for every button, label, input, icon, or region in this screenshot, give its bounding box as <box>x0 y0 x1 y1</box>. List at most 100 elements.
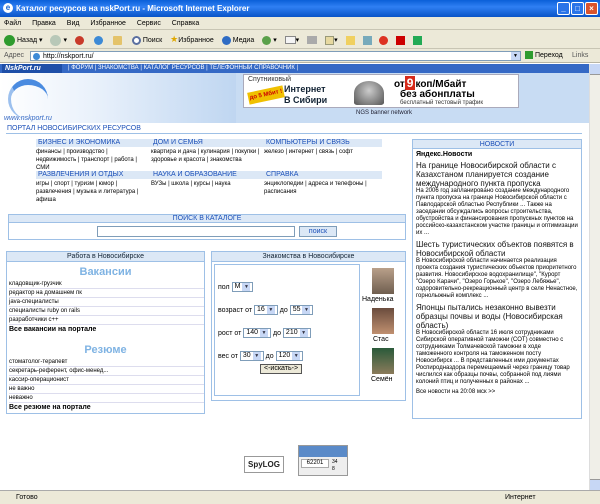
vacancy-item[interactable]: разработчики c++ <box>9 316 204 325</box>
scroll-down-icon[interactable] <box>590 479 600 490</box>
all-news-link[interactable]: Все новости на 20:08 мск >> <box>416 389 578 396</box>
logo-subtitle[interactable]: www.nskport.ru <box>4 115 52 122</box>
all-resumes-link[interactable]: Все резюме на портале <box>9 404 204 412</box>
weight-from-select[interactable]: 30 ▼ <box>239 351 264 361</box>
age-to-select[interactable]: 55 ▼ <box>289 305 314 315</box>
sex-select[interactable]: М ▼ <box>231 282 254 292</box>
all-vacancies-link[interactable]: Все вакансии на портале <box>9 326 204 334</box>
news-headline[interactable]: Японцы пытались незаконно вывезти образц… <box>416 303 578 330</box>
news-source[interactable]: Яндекс.Новости <box>416 151 578 158</box>
catalog-search-input[interactable] <box>97 226 295 237</box>
menu-edit[interactable]: Правка <box>32 20 56 27</box>
profile-name[interactable]: Семён <box>371 376 393 383</box>
category-head-reference[interactable]: СПРАВКА <box>264 171 382 179</box>
banner-caption[interactable]: NGS banner network <box>356 110 412 116</box>
category-links-computers[interactable]: железо | интернет | связь | софт <box>264 148 382 156</box>
favorites-button[interactable]: ★Избранное <box>170 30 214 50</box>
scroll-up-icon[interactable] <box>590 64 600 75</box>
height-from-select[interactable]: 140 ▼ <box>243 328 272 338</box>
history-button[interactable]: ▾ <box>262 31 277 50</box>
resume-item[interactable]: не важно <box>9 385 204 394</box>
search-icon <box>131 35 141 45</box>
catalog-search-button[interactable]: поиск <box>299 226 337 237</box>
vacancy-item[interactable]: редактор на домашнем пк <box>9 289 204 298</box>
menu-help[interactable]: Справка <box>172 20 199 27</box>
vacancy-item[interactable]: кладовщик-грузчик <box>9 280 204 289</box>
profile-photo[interactable] <box>372 348 394 374</box>
address-dropdown-icon[interactable]: ▼ <box>511 52 520 60</box>
internet-banner[interactable]: Спутниковый Интернет В Сибири до 5 Мбит … <box>243 74 519 108</box>
profile-name[interactable]: Стас <box>373 336 389 343</box>
menu-file[interactable]: Файл <box>4 20 21 27</box>
category-head-business[interactable]: БИЗНЕС И ЭКОНОМИКА <box>36 139 151 147</box>
news-panel: НОВОСТИ Яндекс.Новости На границе Новоси… <box>412 139 582 419</box>
dating-search-form: пол М ▼ возраст от 16 ▼ до 55 ▼ рост от 140… <box>214 264 360 396</box>
extra-button-2[interactable] <box>413 31 423 50</box>
profile-name[interactable]: Наденька <box>362 296 394 303</box>
edit-button[interactable]: ▾ <box>325 31 338 50</box>
go-button[interactable]: Переход <box>525 49 563 63</box>
menu-favorites[interactable]: Избранное <box>90 20 125 27</box>
stop-icon <box>74 35 84 45</box>
messenger-button[interactable] <box>362 31 372 50</box>
divider <box>6 133 582 134</box>
search-button[interactable]: Поиск <box>131 31 162 50</box>
site-top-nav[interactable]: | ФОРУМ | ЗНАКОМСТВА | КАТАЛОГ РЕСУРСОВ … <box>68 64 298 73</box>
age-from-select[interactable]: 16 ▼ <box>254 305 278 315</box>
logo-swoosh-icon <box>8 79 48 119</box>
category-head-home[interactable]: ДОМ И СЕМЬЯ <box>151 139 264 147</box>
media-button[interactable]: Медиа <box>221 31 254 50</box>
edit-icon <box>325 35 335 45</box>
resume-item[interactable]: кассир-операционист <box>9 376 204 385</box>
media-icon <box>221 35 231 45</box>
minimize-button[interactable]: _ <box>557 2 570 15</box>
app-icon <box>413 35 423 45</box>
print-button[interactable] <box>307 31 318 50</box>
profile-photo[interactable] <box>372 268 394 294</box>
menu-tools[interactable]: Сервис <box>137 20 161 27</box>
discuss-button[interactable] <box>345 31 355 50</box>
research-button[interactable] <box>379 31 389 50</box>
category-head-computers[interactable]: КОМПЬЮТЕРЫ И СВЯЗЬ <box>264 139 382 147</box>
resume-item[interactable]: секретарь-референт, офис-менед... <box>9 367 204 376</box>
resume-item[interactable]: стоматолог-терапевт <box>9 358 204 367</box>
category-links-science[interactable]: ВУЗы | школа | курсы | наука <box>151 180 264 188</box>
extra-button-1[interactable] <box>396 31 406 50</box>
speed-sticker: до 5 Мбит ! <box>247 85 285 105</box>
category-links-reference[interactable]: энциклопедии | адреса и телефоны | распи… <box>264 180 382 196</box>
height-to-select[interactable]: 210 ▼ <box>282 328 311 338</box>
home-icon <box>112 35 122 45</box>
links-toolbar[interactable]: Links <box>572 49 588 63</box>
hit-counter[interactable]: 62201 34 8 <box>298 445 348 476</box>
category-links-business[interactable]: финансы | производство | недвижимость | … <box>36 148 149 172</box>
dating-search-button[interactable]: <-искать-> <box>260 364 303 374</box>
back-button[interactable]: Назад ▾ <box>4 31 43 50</box>
category-head-science[interactable]: НАУКА И ОБРАЗОВАНИЕ <box>151 171 264 179</box>
site-logo[interactable]: NskPort.ru <box>2 64 62 73</box>
news-headline[interactable]: На границе Новосибирской области с Казах… <box>416 161 578 188</box>
spylog-counter[interactable]: SpyLOG <box>244 456 284 473</box>
menu-view[interactable]: Вид <box>67 20 80 27</box>
status-bar: Готово Интернет <box>0 490 600 504</box>
category-links-entertainment[interactable]: игры | спорт | туризм | юмор | развлечен… <box>36 180 149 204</box>
resume-item[interactable]: неважно <box>9 394 204 403</box>
satellite-dish-icon <box>354 81 384 105</box>
mail-button[interactable]: ▾ <box>284 31 299 50</box>
news-headline[interactable]: Шесть туристических объектов появятся в … <box>416 240 578 258</box>
maximize-button[interactable]: □ <box>571 2 584 15</box>
vertical-scrollbar[interactable] <box>589 64 600 490</box>
category-head-entertainment[interactable]: РАЗВЛЕЧЕНИЯ И ОТДЫХ <box>36 171 151 179</box>
weight-to-select[interactable]: 120 ▼ <box>275 351 304 361</box>
refresh-button[interactable] <box>93 31 105 50</box>
category-links-home[interactable]: квартира и дача | кулинария | покупки | … <box>151 148 264 164</box>
stop-button[interactable] <box>74 31 86 50</box>
address-input[interactable]: http://nskport.ru/ ▼ <box>30 51 521 61</box>
vacancy-item[interactable]: java-специалисты <box>9 298 204 307</box>
profile-photo[interactable] <box>372 308 394 334</box>
forward-button[interactable]: ▾ <box>50 31 67 50</box>
app-icon <box>396 35 406 45</box>
work-panel-title: Работа в Новосибирске <box>7 252 204 262</box>
home-button[interactable] <box>112 31 124 50</box>
vacancy-item[interactable]: специалисты ruby on rails <box>9 307 204 316</box>
close-button[interactable]: × <box>585 2 598 15</box>
